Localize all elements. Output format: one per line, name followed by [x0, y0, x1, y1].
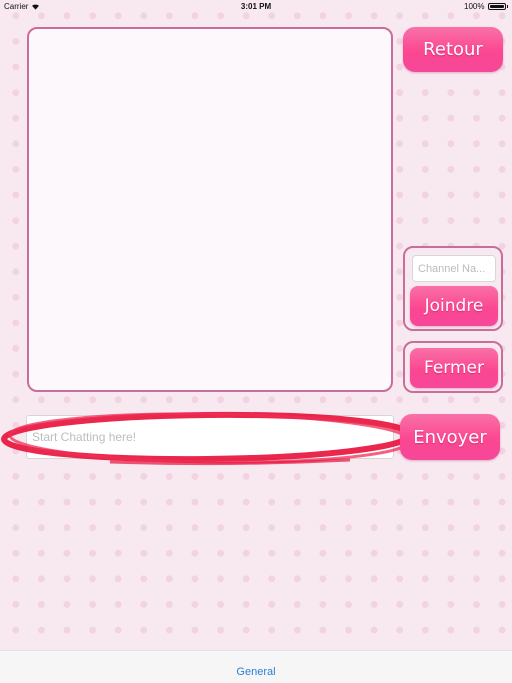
close-button[interactable]: Fermer — [410, 348, 498, 388]
join-channel-panel: Joindre — [403, 246, 503, 331]
battery-percent: 100% — [464, 2, 485, 11]
chat-messages-area[interactable] — [27, 27, 393, 392]
close-channel-panel: Fermer — [403, 341, 503, 393]
join-button[interactable]: Joindre — [410, 286, 498, 326]
message-input[interactable] — [26, 415, 394, 459]
battery-fill — [489, 5, 504, 8]
tab-general[interactable]: General — [0, 666, 512, 678]
battery-tip — [506, 5, 508, 8]
status-bar: Carrier 3:01 PM 100% — [0, 0, 512, 14]
send-button[interactable]: Envoyer — [400, 414, 500, 460]
back-button[interactable]: Retour — [403, 27, 503, 72]
status-right: 100% — [464, 2, 508, 11]
clock: 3:01 PM — [240, 2, 272, 11]
channel-name-input[interactable] — [412, 255, 496, 282]
battery-icon — [487, 3, 506, 10]
tab-bar: General — [0, 650, 512, 683]
